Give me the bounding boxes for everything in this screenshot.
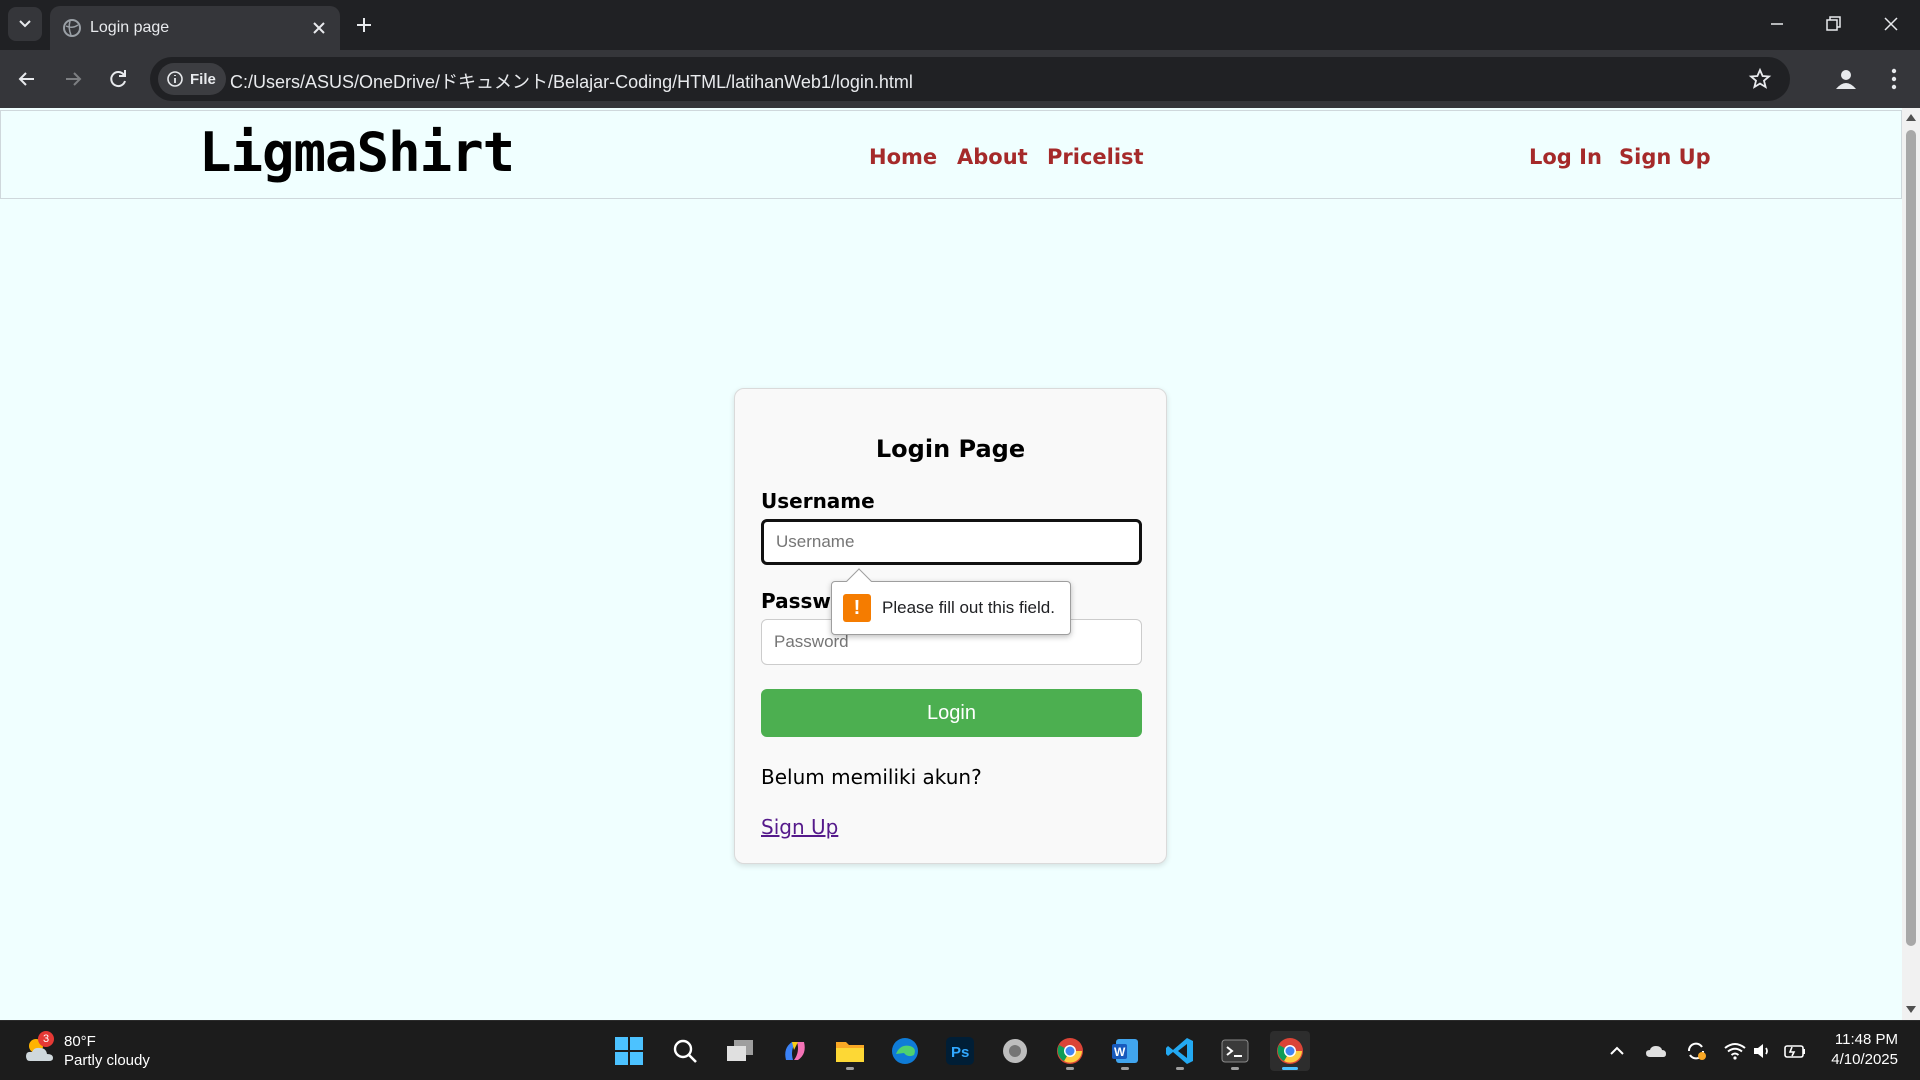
login-card-title: Login Page <box>875 435 1026 463</box>
forward-arrow-icon[interactable] <box>60 66 86 92</box>
svg-text:W: W <box>1114 1045 1126 1059</box>
nav-link-signup[interactable]: Sign Up <box>1619 145 1711 169</box>
running-indicator <box>1121 1067 1129 1070</box>
nav-link-login[interactable]: Log In <box>1529 145 1602 169</box>
file-chip-label: File <box>190 70 216 88</box>
svg-text:Ps: Ps <box>951 1044 969 1061</box>
profile-icon[interactable] <box>1832 65 1860 93</box>
terminal-icon <box>1221 1039 1249 1063</box>
restore-icon[interactable] <box>1821 12 1845 36</box>
site-navbar: LigmaShirt Home About Pricelist Log In S… <box>0 110 1902 199</box>
chrome-icon <box>1057 1038 1083 1064</box>
task-view-button[interactable] <box>720 1031 760 1071</box>
validation-tooltip: ! Please fill out this field. <box>831 568 1071 635</box>
tab-title: Login page <box>90 19 170 36</box>
copilot-icon <box>785 1042 805 1060</box>
battery-icon[interactable] <box>1783 1039 1807 1063</box>
running-indicator <box>1176 1067 1184 1070</box>
close-icon[interactable] <box>310 19 328 37</box>
running-indicator <box>1066 1067 1074 1070</box>
chrome-profile-button[interactable] <box>1050 1031 1090 1071</box>
nav-link-pricelist[interactable]: Pricelist <box>1047 145 1144 169</box>
address-bar[interactable]: File C:/Users/ASUS/OneDrive/ドキュメント/Belaj… <box>150 57 1790 101</box>
onedrive-cloud-icon[interactable] <box>1644 1039 1668 1063</box>
browser-tab[interactable]: Login page <box>50 6 340 50</box>
validation-message: Please fill out this field. <box>882 598 1055 617</box>
volume-icon[interactable] <box>1751 1039 1775 1063</box>
clock-time[interactable]: 11:48 PM <box>1835 1031 1898 1048</box>
app-button-generic[interactable] <box>995 1031 1035 1071</box>
minimize-icon[interactable] <box>1765 12 1789 36</box>
weather-badge: 3 <box>38 1031 54 1047</box>
site-info-chip[interactable]: File <box>158 63 226 95</box>
back-arrow-icon[interactable] <box>14 66 40 92</box>
folder-icon <box>836 1042 864 1062</box>
signup-link[interactable]: Sign Up <box>761 815 838 839</box>
tab-search-button[interactable] <box>8 7 42 41</box>
scroll-thumb[interactable] <box>1906 130 1916 946</box>
page-viewport: LigmaShirt Home About Pricelist Log In S… <box>0 108 1902 1020</box>
windows-logo-icon <box>615 1037 643 1065</box>
running-indicator <box>846 1067 854 1070</box>
brand-logo[interactable]: LigmaShirt <box>199 121 515 184</box>
weather-widget[interactable]: 3 80°F Partly cloudy <box>22 1031 182 1071</box>
more-options-icon[interactable] <box>1880 65 1908 93</box>
clock-date[interactable]: 4/10/2025 <box>1831 1051 1898 1068</box>
login-button[interactable]: Login <box>761 689 1142 737</box>
info-icon <box>167 71 183 87</box>
photoshop-button[interactable]: Ps <box>940 1031 980 1071</box>
chevron-down-icon <box>19 20 31 28</box>
file-explorer-button[interactable] <box>830 1031 870 1071</box>
username-label: Username <box>761 489 875 513</box>
warning-icon: ! <box>843 594 871 622</box>
app-icon <box>1003 1039 1027 1063</box>
new-tab-plus-icon[interactable] <box>352 13 376 37</box>
chrome-icon <box>1277 1038 1303 1064</box>
window-close-icon[interactable] <box>1879 12 1903 36</box>
nav-link-about[interactable]: About <box>957 145 1028 169</box>
copilot-button[interactable] <box>775 1031 815 1071</box>
word-button[interactable]: W <box>1105 1031 1145 1071</box>
page-scrollbar[interactable] <box>1902 108 1920 1020</box>
edge-icon <box>892 1038 918 1064</box>
sync-icon[interactable] <box>1684 1039 1708 1063</box>
photoshop-icon: Ps <box>946 1037 974 1065</box>
reload-icon[interactable] <box>105 66 131 92</box>
word-icon: W <box>1112 1039 1138 1063</box>
search-icon <box>673 1039 697 1063</box>
weather-temp: 80°F <box>64 1033 96 1050</box>
chevron-up-icon[interactable] <box>1605 1039 1629 1063</box>
taskbar-search[interactable] <box>665 1031 705 1071</box>
vscode-button[interactable] <box>1160 1031 1200 1071</box>
browser-toolbar: File C:/Users/ASUS/OneDrive/ドキュメント/Belaj… <box>0 50 1920 108</box>
scroll-down-arrow-icon[interactable] <box>1906 1006 1916 1013</box>
scroll-up-arrow-icon[interactable] <box>1906 114 1916 121</box>
chrome-active-button[interactable] <box>1270 1031 1310 1071</box>
url-text[interactable]: C:/Users/ASUS/OneDrive/ドキュメント/Belajar-Co… <box>230 68 913 94</box>
weather-desc: Partly cloudy <box>64 1052 150 1069</box>
globe-icon <box>63 19 81 37</box>
vscode-icon <box>1166 1038 1193 1064</box>
bookmark-star-icon[interactable] <box>1748 67 1772 91</box>
wifi-icon[interactable] <box>1723 1039 1747 1063</box>
windows-taskbar: 3 80°F Partly cloudy Ps W 11:48 PM 4/10/… <box>0 1020 1920 1080</box>
terminal-button[interactable] <box>1215 1031 1255 1071</box>
start-button[interactable] <box>609 1031 649 1071</box>
no-account-text: Belum memiliki akun? <box>761 765 982 789</box>
running-indicator <box>1231 1067 1239 1070</box>
edge-button[interactable] <box>885 1031 925 1071</box>
task-view-icon <box>727 1040 753 1061</box>
username-input[interactable] <box>761 519 1142 565</box>
nav-link-home[interactable]: Home <box>869 145 937 169</box>
active-indicator <box>1282 1067 1298 1070</box>
browser-tab-strip: Login page <box>0 0 1920 50</box>
